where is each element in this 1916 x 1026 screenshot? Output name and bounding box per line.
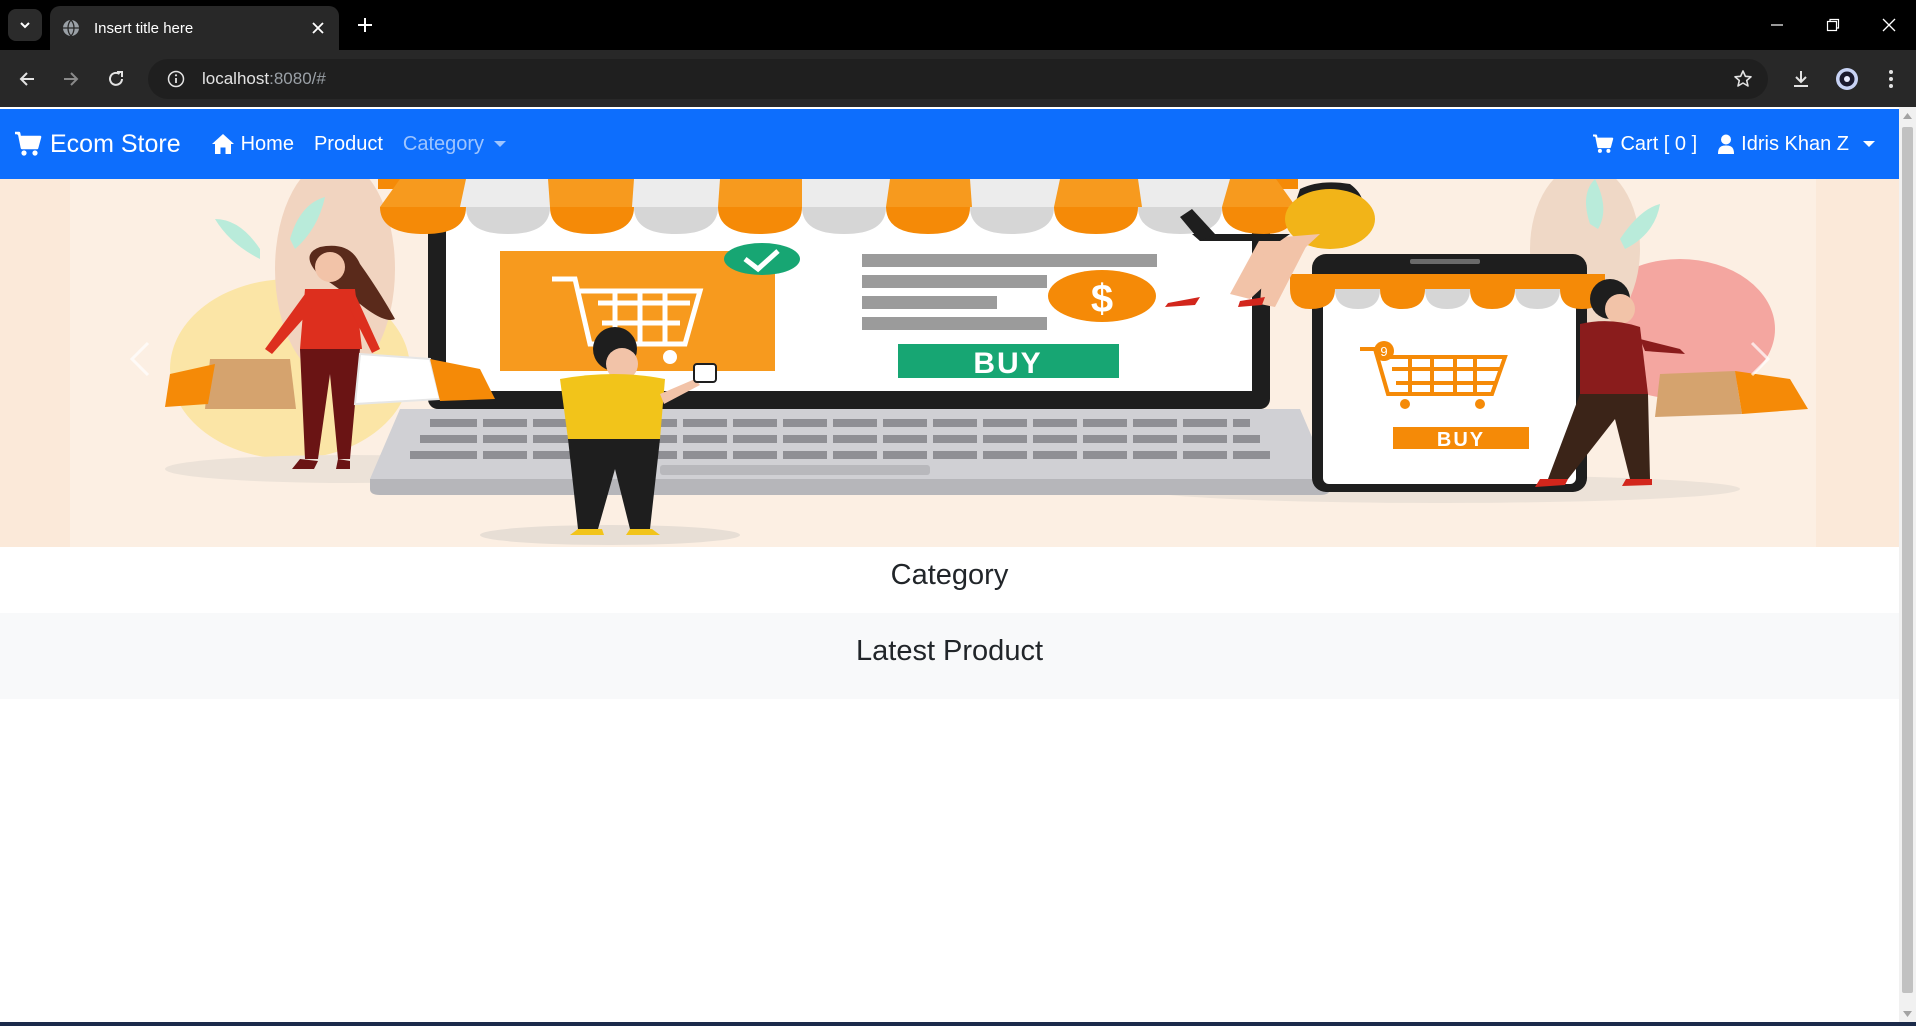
- star-icon: [1734, 70, 1752, 87]
- restore-icon: [1826, 18, 1840, 32]
- tab-close-button[interactable]: [303, 13, 333, 43]
- page-viewport: Ecom Store Home Product Category Cart [ …: [0, 107, 1916, 1022]
- nav-category-label: Category: [402, 132, 485, 155]
- carousel-next-button[interactable]: [1730, 319, 1790, 399]
- home-icon: [211, 134, 234, 154]
- url-host: localhost: [202, 69, 270, 88]
- carousel-prev-button[interactable]: [110, 319, 170, 399]
- address-bar[interactable]: localhost:8080/#: [148, 59, 1768, 99]
- more-vertical-icon: [1889, 70, 1893, 88]
- reload-button[interactable]: [99, 62, 133, 96]
- triangle-up-icon: [1903, 112, 1912, 119]
- site-info-button[interactable]: [154, 59, 198, 99]
- plus-icon: [358, 18, 372, 32]
- latest-product-section: Latest Product: [0, 613, 1899, 699]
- hero-banner-carousel: $ BUY 9 BUY: [0, 179, 1899, 547]
- brand-name: Ecom Store: [50, 129, 181, 158]
- latest-product-heading: Latest Product: [856, 635, 1043, 667]
- nav-product-label: Product: [313, 132, 383, 155]
- taskbar-edge: [0, 1022, 1916, 1026]
- category-heading: Category: [890, 559, 1009, 591]
- reload-icon: [109, 71, 123, 86]
- minimize-icon: [1771, 24, 1783, 26]
- navbar-right: Cart [ 0 ] Idris Khan Z: [1572, 109, 1875, 179]
- download-icon: [1794, 71, 1808, 87]
- site-navbar: Ecom Store Home Product Category Cart [ …: [0, 109, 1899, 179]
- nav-cart[interactable]: Cart [ 0 ]: [1592, 133, 1697, 156]
- nav-home-label: Home: [240, 132, 294, 155]
- banner-buy-phone: BUY: [1437, 429, 1485, 451]
- browser-tab[interactable]: Insert title here: [50, 6, 339, 50]
- user-icon: [1718, 134, 1735, 154]
- globe-icon: [63, 19, 79, 37]
- browser-menu-button[interactable]: [1874, 62, 1908, 96]
- chevron-down-icon: [20, 22, 30, 29]
- back-button[interactable]: [10, 62, 44, 96]
- profile-button[interactable]: [1830, 62, 1864, 96]
- nav-user-label: Idris Khan Z: [1741, 132, 1849, 155]
- forward-button[interactable]: [54, 62, 88, 96]
- banner-cart-badge: 9: [1380, 344, 1387, 359]
- tab-title: Insert title here: [94, 19, 194, 37]
- scrollbar-thumb[interactable]: [1902, 127, 1913, 993]
- new-tab-button[interactable]: [350, 10, 380, 40]
- banner-dollar: $: [1091, 277, 1113, 321]
- nav-product[interactable]: Product: [314, 133, 383, 156]
- arrow-right-icon: [64, 72, 79, 86]
- chevron-right-icon: [1750, 341, 1771, 377]
- minimize-button[interactable]: [1749, 0, 1805, 50]
- close-window-button[interactable]: [1861, 0, 1916, 50]
- nav-category-dropdown[interactable]: Category: [402, 132, 507, 156]
- scroll-up-arrow[interactable]: [1899, 107, 1916, 124]
- nav-user-dropdown[interactable]: Idris Khan Z: [1717, 133, 1875, 156]
- info-icon: [167, 70, 185, 88]
- caret-down-icon: [494, 141, 507, 147]
- scroll-down-arrow[interactable]: [1899, 1005, 1916, 1022]
- banner-buy-laptop: BUY: [973, 347, 1042, 380]
- chevron-left-icon: [129, 341, 150, 377]
- close-icon: [1882, 18, 1896, 32]
- url-path: :8080/#: [269, 69, 326, 88]
- nav-cart-label: Cart [ 0 ]: [1620, 132, 1698, 155]
- category-section: Category: [0, 547, 1899, 613]
- cart-icon: [1593, 134, 1614, 153]
- browser-toolbar: localhost:8080/#: [0, 50, 1916, 107]
- bookmark-button[interactable]: [1728, 64, 1758, 94]
- close-icon: [312, 22, 324, 34]
- tab-search-button[interactable]: [8, 9, 42, 41]
- nav-home[interactable]: Home: [211, 133, 294, 156]
- ecommerce-illustration: $ BUY 9 BUY: [0, 179, 1899, 547]
- arrow-left-icon: [19, 72, 34, 86]
- browser-tabstrip: Insert title here: [0, 0, 1916, 50]
- url-text: localhost:8080/#: [202, 69, 326, 89]
- downloads-button[interactable]: [1784, 62, 1818, 96]
- cart-icon: [15, 131, 42, 156]
- profile-avatar-icon: [1836, 68, 1858, 90]
- triangle-down-icon: [1903, 1010, 1912, 1017]
- brand-link[interactable]: Ecom Store: [14, 130, 181, 159]
- caret-down-icon: [1863, 141, 1875, 147]
- restore-button[interactable]: [1805, 0, 1861, 50]
- page-scrollbar[interactable]: [1899, 107, 1916, 1022]
